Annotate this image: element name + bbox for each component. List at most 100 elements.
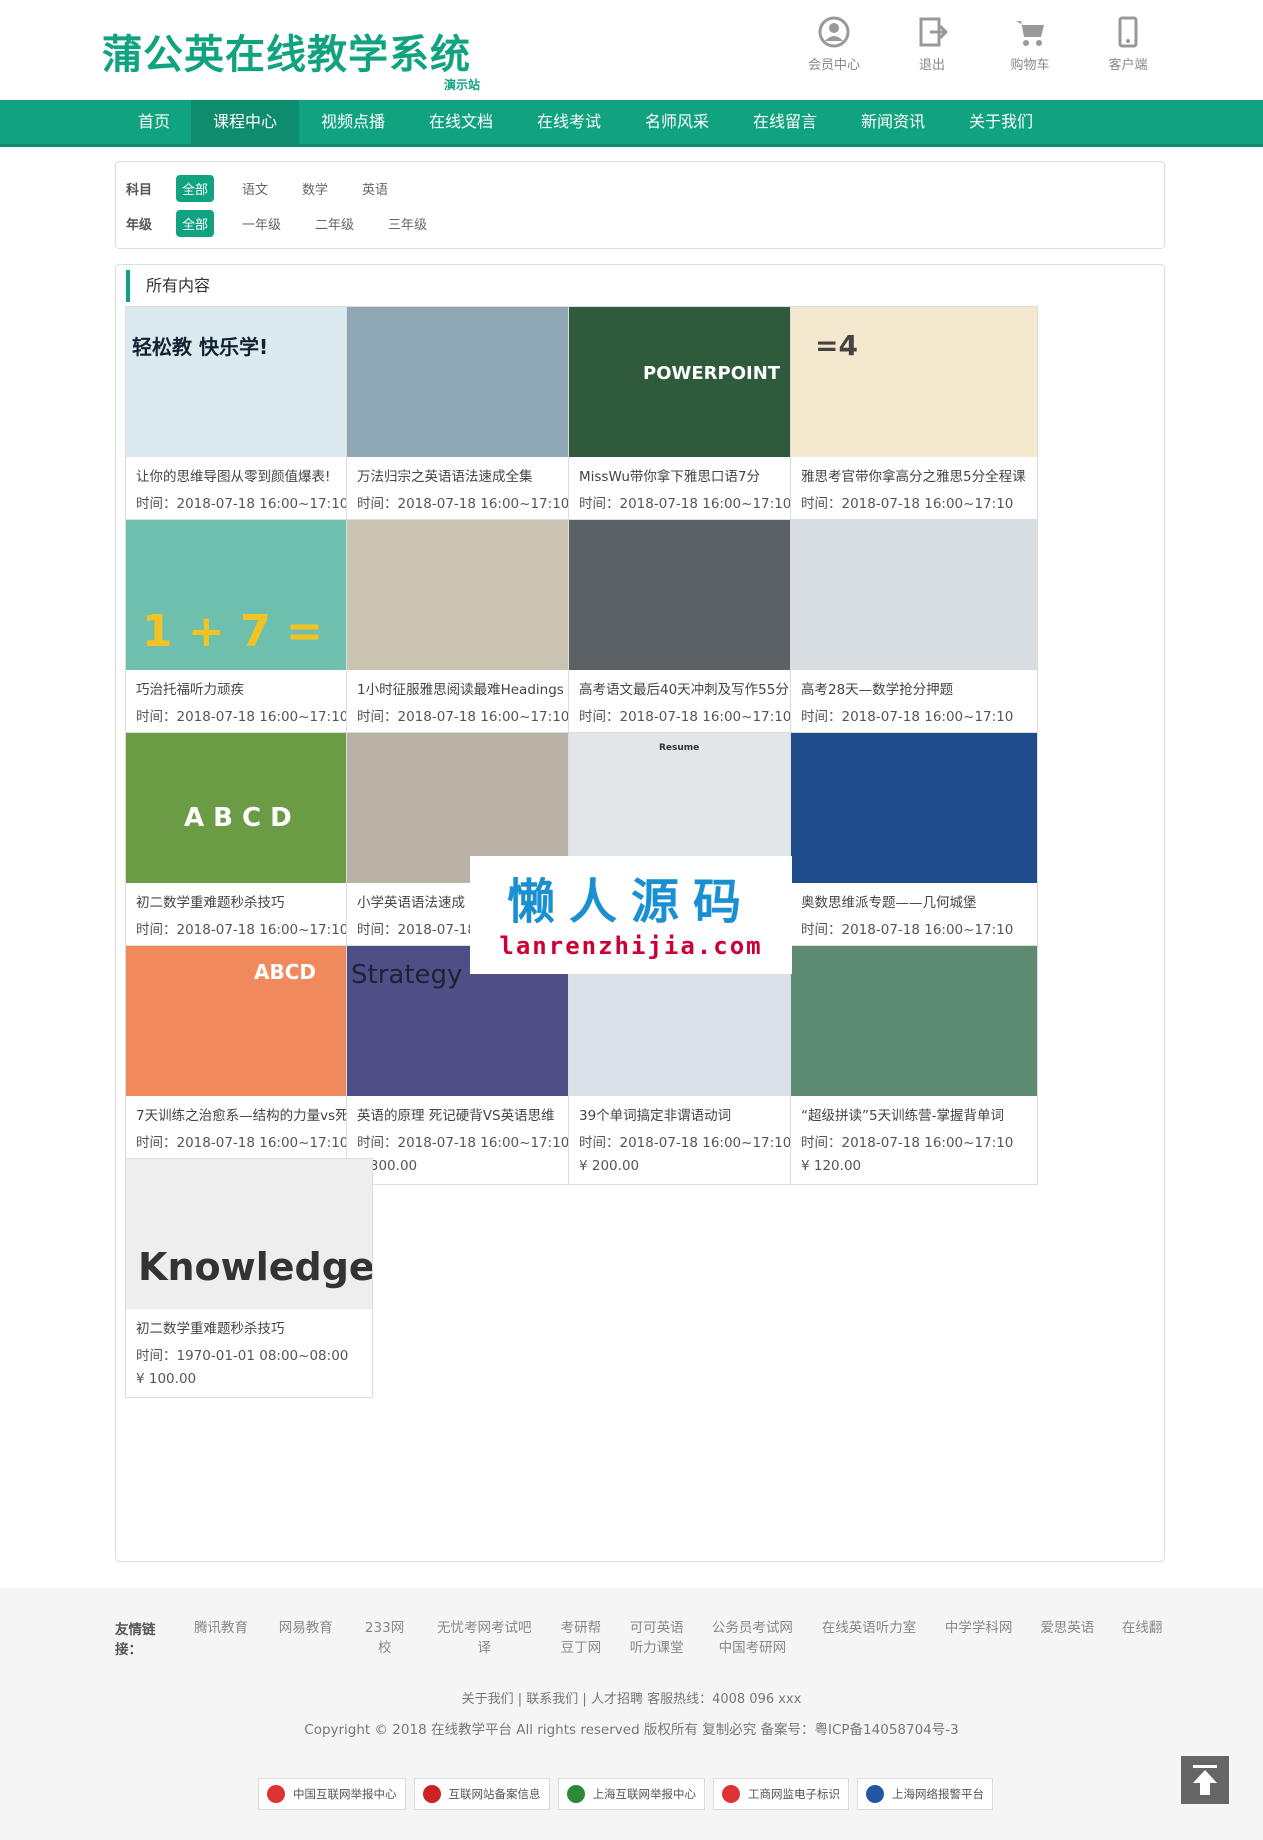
subject-option-english[interactable]: 英语 — [356, 175, 394, 202]
course-card[interactable]: 轻松教 快乐学! 让你的思维导图从零到颜值爆表! 时间：2018-07-18 16:… — [125, 306, 373, 546]
footer-links-line: 关于我们 | 联系我们 | 人才招聘 客服热线：4008 096 xxx — [461, 1692, 802, 1707]
course-card[interactable]: Knowledge 初二数学重难题秒杀技巧 时间：1970-01-01 08:00~… — [125, 1158, 373, 1398]
course-thumbnail[interactable]: Knowledge — [126, 1159, 372, 1309]
friend-link[interactable]: 中学学科网 — [944, 1618, 1014, 1658]
course-thumbnail[interactable]: POWERPOINT — [569, 307, 815, 457]
course-time: 时间：2018-07-18 16:00~17:10 — [136, 496, 349, 512]
course-time: 时间：2018-07-18 16:00~17:10 — [579, 496, 792, 512]
friend-link[interactable]: 无忧考网考试吧译 — [435, 1618, 533, 1658]
course-thumbnail[interactable]: 1 + 7 = — [126, 520, 372, 670]
nav-item-courses[interactable]: 课程中心 — [191, 100, 299, 144]
site-logo-sub: 演示站 — [444, 78, 481, 92]
course-thumbnail[interactable]: ABCD — [126, 946, 372, 1096]
course-time: 时间：2018-07-18 16:00~17:10 — [801, 922, 1014, 938]
friend-link[interactable]: 在线英语听力室 — [820, 1618, 918, 1658]
course-thumbnail[interactable]: 轻松教 快乐学! — [126, 307, 372, 457]
footer: 友情链接： 腾讯教育 网易教育 233网校 无忧考网考试吧译 考研帮 豆丁网 可… — [0, 1588, 1263, 1840]
course-price: ¥ 300.00 — [357, 1158, 418, 1174]
course-card[interactable]: 万法归宗之英语语法速成全集时间：2018-07-18 16:00~17:10¥ … — [346, 306, 594, 546]
course-time: 时间：2018-07-18 16:00~17:10 — [801, 1135, 1014, 1151]
course-title: 万法归宗之英语语法速成全集 — [357, 469, 533, 485]
friend-link[interactable]: 公务员考试网 中国考研网 — [711, 1618, 795, 1658]
course-thumbnail[interactable]: A B C D — [126, 733, 372, 883]
course-time: 时间：2018-07-18 16:00~17:10 — [801, 709, 1014, 725]
course-card[interactable]: ABCD 7天训练之治愈系—结构的力量vs死记 时间：2018-07-18 16:0… — [125, 945, 373, 1185]
course-card[interactable]: A B C D 初二数学重难题秒杀技巧 时间：2018-07-18 16:00~17… — [125, 732, 373, 972]
member-center-label: 会员中心 — [807, 58, 860, 73]
course-price: ¥ 100.00 — [136, 1371, 197, 1387]
course-card[interactable]: 1小时征服雅思阅读最难Headings 时间：2018-07-18 16:00~1… — [346, 519, 594, 759]
badge-report-center[interactable]: 中国互联网举报中心 — [258, 1778, 406, 1810]
badge-label: 上海互联网举报中心 — [592, 1787, 697, 1801]
grade-option-all[interactable]: 全部 — [176, 209, 215, 237]
watermark: 懒人源码 lanrenzhijia.com — [470, 856, 792, 974]
course-card[interactable]: 高考28天—数学抢分押题时间：2018-07-18 16:00~17:10¥ 4… — [790, 519, 1038, 759]
user-icon — [818, 16, 850, 48]
friend-link[interactable]: 233网校 — [360, 1618, 410, 1658]
course-card[interactable]: “超级拼读”5天训练营-掌握背单词 时间：2018-07-18 16:00~17:… — [790, 945, 1038, 1185]
nav-item-teachers[interactable]: 名师风采 — [623, 100, 731, 144]
course-thumbnail[interactable] — [791, 946, 1037, 1096]
course-card[interactable]: =4 雅思考官带你拿高分之雅思5分全程课 时间：2018-07-18 16:00~1… — [790, 306, 1038, 546]
badge-sh-report[interactable]: 上海互联网举报中心 — [557, 1778, 705, 1810]
watermark-cn: 懒人源码 — [506, 874, 755, 930]
course-thumbnail[interactable] — [569, 520, 815, 670]
subject-option-math[interactable]: 数学 — [296, 175, 334, 202]
site-logo[interactable]: 蒲公英在线教学系统 — [102, 22, 471, 80]
grade-option-3[interactable]: 三年级 — [382, 210, 433, 237]
grade-option-1[interactable]: 一年级 — [236, 210, 287, 237]
logout-button[interactable]: 退出 — [897, 16, 967, 73]
course-time: 时间：2018-07-18 16:00~17:10 — [136, 1135, 349, 1151]
back-to-top-button[interactable] — [1181, 1756, 1229, 1804]
course-time: 时间：1970-01-01 08:00~08:00 — [136, 1348, 349, 1364]
nav-item-exam[interactable]: 在线考试 — [515, 100, 623, 144]
course-price: ¥ 200.00 — [579, 1158, 640, 1174]
friend-link[interactable]: 爱思英语 — [1039, 1618, 1095, 1658]
thumbnail-caption: 1 + 7 = — [142, 606, 323, 657]
client-app-label: 客户端 — [1108, 58, 1148, 73]
course-thumbnail[interactable] — [791, 520, 1037, 670]
badge-gs-mark[interactable]: 工商网监电子标识 — [713, 1778, 849, 1810]
friend-link[interactable]: 在线翻 — [1121, 1618, 1163, 1658]
friend-link[interactable]: 网易教育 — [278, 1618, 334, 1658]
course-title: MissWu带你拿下雅思口语7分 — [579, 469, 760, 485]
course-card[interactable]: 39个单词搞定非谓语动词 时间：2018-07-18 16:00~17:10 ¥ 2… — [568, 945, 816, 1185]
course-card[interactable]: POWERPOINT MissWu带你拿下雅思口语7分时间：2018-07-18 … — [568, 306, 816, 546]
subject-option-all[interactable]: 全部 — [176, 174, 215, 202]
filter-panel: 科目 全部 语文 数学 英语 年级 全部 一年级 二年级 三年级 — [115, 161, 1165, 249]
course-card[interactable]: 1 + 7 = 巧治托福听力顽疾 时间：2018-07-18 16:00~17:10… — [125, 519, 373, 759]
course-title: 1小时征服雅思阅读最难Headings — [357, 682, 564, 698]
friend-link[interactable]: 考研帮 豆丁网 — [559, 1618, 603, 1658]
subject-filter-row: 科目 全部 语文 数学 英语 — [126, 173, 416, 203]
emblem-icon — [722, 1785, 740, 1803]
badge-police[interactable]: 上海网络报警平台 — [857, 1778, 993, 1810]
client-app-button[interactable]: 客户端 — [1093, 16, 1163, 73]
thumbnail-caption: Strategy — [351, 960, 463, 990]
course-time: 时间：2018-07-18 16:00~17:10 — [579, 709, 792, 725]
grade-option-2[interactable]: 二年级 — [309, 210, 360, 237]
course-thumbnail[interactable] — [791, 733, 1037, 883]
nav-item-docs[interactable]: 在线文档 — [407, 100, 515, 144]
course-title: 初二数学重难题秒杀技巧 — [136, 895, 285, 911]
subject-option-chinese[interactable]: 语文 — [236, 175, 274, 202]
course-thumbnail[interactable]: =4 — [791, 307, 1037, 457]
course-thumbnail[interactable] — [347, 307, 593, 457]
badge-row: 中国互联网举报中心 互联网站备案信息 上海互联网举报中心 工商网监电子标识 上海… — [258, 1778, 993, 1810]
nav-item-message[interactable]: 在线留言 — [731, 100, 839, 144]
logout-icon — [919, 17, 948, 47]
subject-filter-label: 科目 — [126, 182, 153, 198]
nav-item-news[interactable]: 新闻资讯 — [839, 100, 947, 144]
course-card[interactable]: 高考语文最后40天冲刺及写作55分+ 时间：2018-07-18 16:00~17… — [568, 519, 816, 759]
member-center-button[interactable]: 会员中心 — [799, 16, 869, 73]
course-card[interactable]: 奥数思维派专题——几何城堡时间：2018-07-18 16:00~17:10¥ … — [790, 732, 1038, 972]
friend-link[interactable]: 可可英语 听力课堂 — [629, 1618, 685, 1658]
nav-item-video[interactable]: 视频点播 — [299, 100, 407, 144]
badge-icp-info[interactable]: 互联网站备案信息 — [413, 1778, 550, 1810]
course-card[interactable]: Strategy 英语的原理 死记硬背VS英语思维 时间：2018-07-18 16… — [346, 945, 594, 1185]
thumbnail-caption: 轻松教 快乐学! — [132, 335, 269, 359]
cart-button[interactable]: 购物车 — [995, 16, 1065, 73]
nav-item-about[interactable]: 关于我们 — [947, 100, 1055, 144]
friend-link[interactable]: 腾讯教育 — [190, 1618, 252, 1658]
badge-label: 互联网站备案信息 — [448, 1787, 541, 1801]
course-thumbnail[interactable] — [347, 520, 593, 670]
